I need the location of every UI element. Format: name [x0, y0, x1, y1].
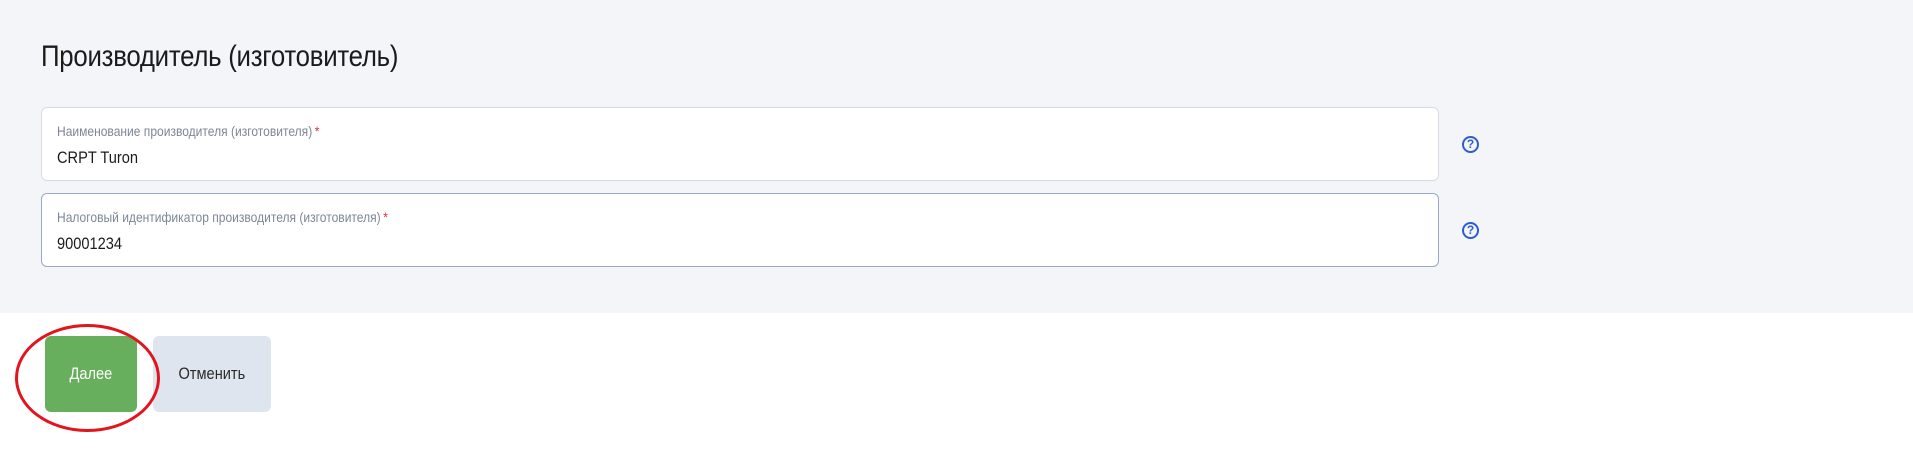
manufacturer-tax-id-field[interactable]: Налоговый идентификатор производителя (и…: [41, 193, 1439, 267]
manufacturer-tax-id-value[interactable]: 90001234: [57, 234, 122, 254]
page: Производитель (изготовитель) Наименовани…: [0, 0, 1913, 450]
cancel-button[interactable]: Отменить: [153, 336, 271, 412]
section-title: Производитель (изготовитель): [41, 40, 399, 73]
manufacturer-name-label: Наименование производителя (изготовителя…: [57, 123, 320, 139]
help-icon[interactable]: ?: [1462, 136, 1479, 153]
manufacturer-tax-id-label: Налоговый идентификатор производителя (и…: [57, 209, 388, 225]
next-button-label: Далее: [69, 364, 113, 383]
manufacturer-name-value[interactable]: CRPT Turon: [57, 148, 138, 168]
required-mark: *: [383, 209, 388, 225]
cancel-button-label: Отменить: [178, 364, 246, 383]
manufacturer-section: Производитель (изготовитель) Наименовани…: [0, 0, 1913, 313]
required-mark: *: [314, 123, 320, 139]
next-button[interactable]: Далее: [45, 336, 137, 412]
help-icon[interactable]: ?: [1462, 222, 1479, 239]
manufacturer-name-field[interactable]: Наименование производителя (изготовителя…: [41, 107, 1439, 181]
